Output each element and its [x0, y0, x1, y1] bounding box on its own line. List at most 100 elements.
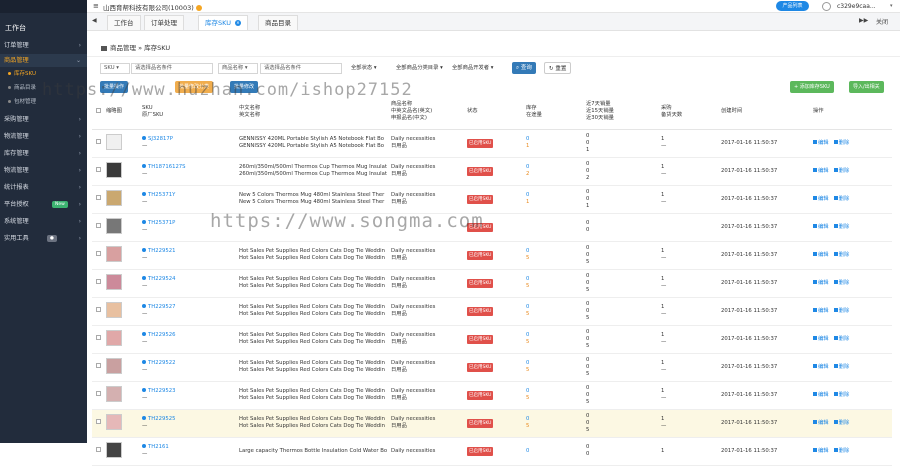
sku-cell[interactable]: TH18716127S — — [142, 157, 239, 186]
table-row[interactable]: TH25371Y — New 5 Colors Thermos Mug 480ml … — [92, 185, 892, 214]
sku-cell[interactable]: TH229526— — [142, 325, 239, 354]
sku-link[interactable]: TH18716127S — [142, 164, 239, 171]
row-checkbox[interactable] — [96, 251, 101, 256]
header-sku[interactable]: SKU 原厂SKU — [142, 95, 239, 130]
tab-prev-icon[interactable]: ◀ — [92, 17, 97, 24]
edit-button[interactable]: 编辑 — [813, 223, 829, 230]
menu-inventory[interactable]: 库存管理 › — [0, 147, 87, 160]
tab-catalog[interactable]: 商品目录 — [258, 15, 298, 30]
table-row[interactable]: TH2161— Large capacity Thermos Bottle Ins… — [92, 437, 892, 466]
table-row[interactable]: TH229523— Hot Sales Pet Supplies Red Colo… — [92, 381, 892, 410]
row-checkbox[interactable] — [96, 139, 101, 144]
edit-button[interactable]: 编辑 — [813, 167, 829, 174]
menu-logistics[interactable]: 物流管理 › — [0, 130, 87, 143]
sidebar-header[interactable]: 工作台 — [0, 13, 87, 39]
sku-link[interactable]: TH229524 — [142, 276, 239, 283]
sku-cell[interactable]: TH229527— — [142, 297, 239, 326]
sku-cell[interactable]: TH2161— — [142, 437, 239, 466]
import-export-button[interactable]: 导入/出相关 — [849, 81, 884, 93]
sidebar-title[interactable]: 工作台 — [5, 23, 26, 33]
product-list-button[interactable]: 产品列表 — [776, 1, 809, 11]
table-row[interactable]: TH229521— Hot Sales Pet Supplies Red Colo… — [92, 241, 892, 270]
sku-cell[interactable]: TH229521— — [142, 241, 239, 270]
sku-cell[interactable]: TH229525— — [142, 409, 239, 438]
table-row[interactable]: SJ32817P — GENNISSY 420ML Portable Stylish… — [92, 129, 892, 158]
edit-button[interactable]: 编辑 — [813, 335, 829, 342]
name-filter-select[interactable]: 商品名称 ▾ — [218, 63, 258, 74]
delete-button[interactable]: 删除 — [833, 251, 849, 258]
submenu-stock-sku[interactable]: 库存SKU — [0, 68, 87, 80]
select-all-checkbox[interactable] — [96, 107, 101, 113]
edit-button[interactable]: 编辑 — [813, 391, 829, 398]
category-select[interactable]: 全部商品分类目录 ▾ — [396, 63, 443, 74]
row-checkbox-cell[interactable] — [92, 157, 106, 186]
menu-platform-auth[interactable]: 平台授权 New › — [0, 198, 87, 211]
sku-search-input[interactable]: 请选择品名条件 — [131, 63, 213, 74]
sku-cell[interactable]: TH229524— — [142, 269, 239, 298]
developer-select[interactable]: 全部商品开发者 ▾ — [452, 63, 493, 74]
row-checkbox[interactable] — [96, 335, 101, 340]
sku-link[interactable]: TH229521 — [142, 248, 239, 255]
delete-button[interactable]: 删除 — [833, 167, 849, 174]
sku-cell[interactable]: SJ32817P — — [142, 129, 239, 158]
delete-button[interactable]: 删除 — [833, 195, 849, 202]
sku-link[interactable]: TH2161 — [142, 444, 239, 451]
row-checkbox[interactable] — [96, 307, 101, 312]
menu-reports[interactable]: 统计报表 › — [0, 181, 87, 194]
row-checkbox-cell[interactable] — [92, 353, 106, 382]
sku-cell[interactable]: TH229522— — [142, 353, 239, 382]
row-checkbox[interactable] — [96, 279, 101, 284]
menu-tools[interactable]: 实用工具 ● › — [0, 232, 87, 245]
sku-link[interactable]: TH229522 — [142, 360, 239, 367]
breadcrumb-part1[interactable]: 商品管理 — [110, 44, 136, 52]
tab-stock-sku[interactable]: 库存SKU ✕ — [198, 15, 248, 30]
reset-button[interactable]: ↻ 重置 — [544, 62, 572, 74]
menu-system[interactable]: 系统管理 › — [0, 215, 87, 228]
edit-button[interactable]: 编辑 — [813, 363, 829, 370]
status-select[interactable]: 全部状态 ▾ — [351, 63, 377, 74]
delete-button[interactable]: 删除 — [833, 279, 849, 286]
menu-toggle-icon[interactable]: ≡ — [93, 2, 99, 10]
menu-order[interactable]: 订单管理 › — [0, 39, 87, 52]
caret-down-icon[interactable]: ▾ — [890, 3, 893, 9]
row-checkbox[interactable] — [96, 223, 101, 228]
menu-purchase[interactable]: 采购管理 › — [0, 113, 87, 126]
edit-button[interactable]: 编辑 — [813, 251, 829, 258]
sku-link[interactable]: SJ32817P — [142, 136, 239, 143]
user-name[interactable]: c329e9caa... — [837, 3, 876, 10]
row-checkbox[interactable] — [96, 363, 101, 368]
delete-button[interactable]: 删除 — [833, 419, 849, 426]
tab-next-icon[interactable]: ▶▶ — [859, 17, 868, 24]
sku-link[interactable]: TH229526 — [142, 332, 239, 339]
row-checkbox-cell[interactable] — [92, 185, 106, 214]
row-checkbox-cell[interactable] — [92, 437, 106, 466]
table-row[interactable]: TH229525— Hot Sales Pet Supplies Red Colo… — [92, 409, 892, 438]
table-row[interactable]: TH229522— Hot Sales Pet Supplies Red Colo… — [92, 353, 892, 382]
row-checkbox-cell[interactable] — [92, 213, 106, 242]
select-all-header[interactable] — [92, 95, 106, 130]
menu-logistics-2[interactable]: 物流管理 › — [0, 164, 87, 177]
row-checkbox-cell[interactable] — [92, 129, 106, 158]
delete-button[interactable]: 删除 — [833, 139, 849, 146]
row-checkbox-cell[interactable] — [92, 269, 106, 298]
edit-button[interactable]: 编辑 — [813, 307, 829, 314]
close-icon[interactable]: ✕ — [234, 20, 241, 26]
menu-products[interactable]: 商品管理 ⌄ — [0, 54, 87, 67]
table-row[interactable]: TH18716127S —260ml/350ml/500ml Thermos Cu… — [92, 157, 892, 186]
edit-button[interactable]: 编辑 — [813, 195, 829, 202]
row-checkbox[interactable] — [96, 391, 101, 396]
table-row[interactable]: TH229527— Hot Sales Pet Supplies Red Colo… — [92, 297, 892, 326]
close-all-tabs[interactable]: 关闭 — [876, 17, 888, 26]
row-checkbox[interactable] — [96, 195, 101, 200]
row-checkbox-cell[interactable] — [92, 381, 106, 410]
row-checkbox-cell[interactable] — [92, 241, 106, 270]
delete-button[interactable]: 删除 — [833, 307, 849, 314]
delete-button[interactable]: 删除 — [833, 447, 849, 454]
delete-button[interactable]: 删除 — [833, 223, 849, 230]
edit-button[interactable]: 编辑 — [813, 447, 829, 454]
row-checkbox-cell[interactable] — [92, 409, 106, 438]
delete-button[interactable]: 删除 — [833, 391, 849, 398]
search-button[interactable]: ⌕ 查询 — [512, 62, 536, 74]
tab-workbench[interactable]: 工作台 — [107, 15, 141, 30]
edit-button[interactable]: 编辑 — [813, 139, 829, 146]
